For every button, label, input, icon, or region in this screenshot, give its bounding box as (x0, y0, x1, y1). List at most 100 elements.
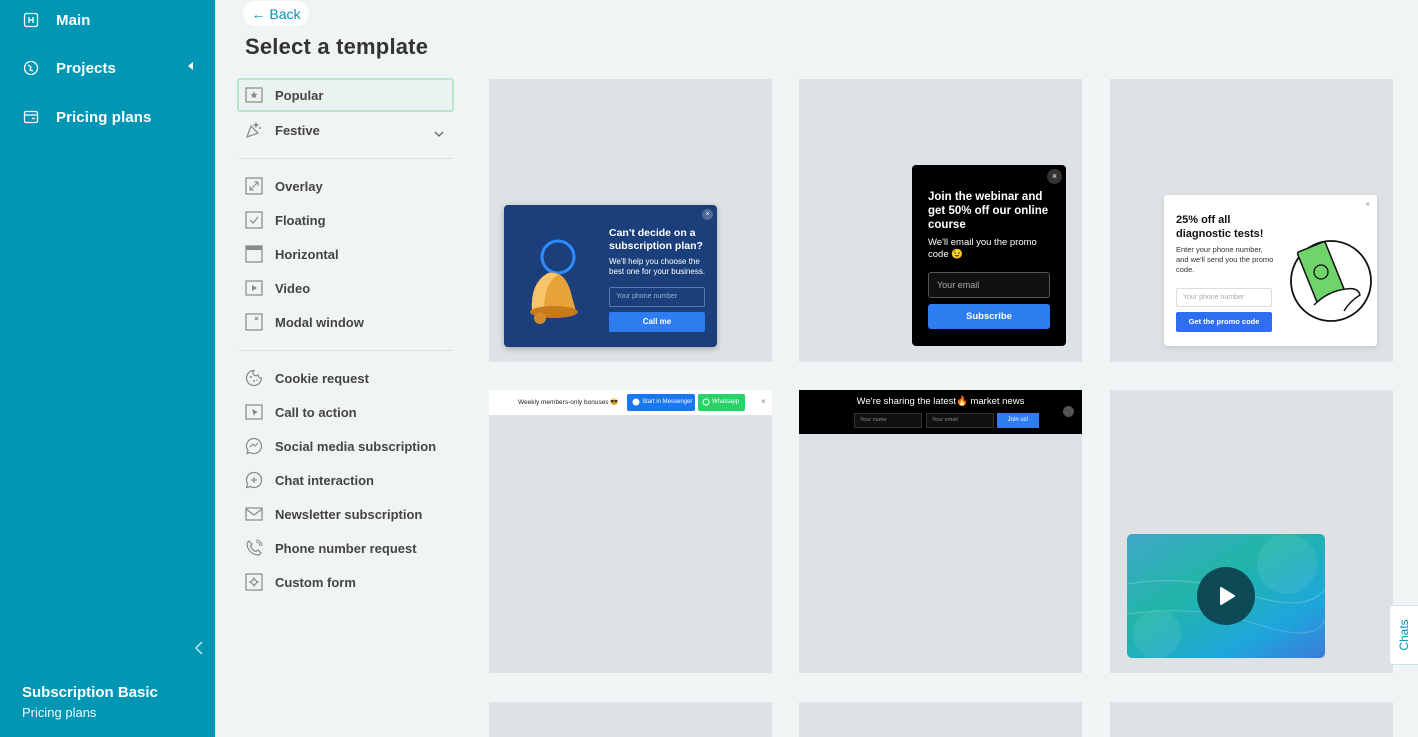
sidebar-item-pricing-plans[interactable]: Pricing plans (22, 104, 152, 130)
chevron-down-icon[interactable] (434, 125, 444, 140)
close-icon: × (1365, 200, 1370, 209)
template-card[interactable] (489, 702, 772, 737)
cursor-icon (245, 403, 263, 421)
home-icon (22, 11, 40, 29)
category-label: Call to action (275, 404, 357, 420)
bell-icon (530, 239, 578, 324)
category-label: Newsletter subscription (275, 506, 423, 522)
template-card[interactable]: Weekly members-only bonuses 😎 Start in M… (489, 390, 772, 673)
party-icon (245, 121, 263, 139)
plan-pricing-link[interactable]: Pricing plans (22, 705, 158, 720)
template-card[interactable]: We're sharing the latest🔥 market news Yo… (799, 390, 1082, 673)
category-chat-interaction[interactable]: Chat interaction (237, 463, 454, 497)
category-overlay[interactable]: Overlay (237, 169, 454, 203)
close-icon: × (761, 397, 766, 406)
template-preview-popup: × Can't decide on a subscription plan? W… (504, 205, 717, 347)
template-title: 25% off all diagnostic tests! (1176, 214, 1264, 240)
template-text: Weekly members-only bonuses 😎 (518, 399, 619, 406)
template-card[interactable]: × Join the webinar and get 50% off our o… (799, 79, 1082, 362)
whatsapp-icon (702, 398, 710, 406)
category-festive[interactable]: Festive (237, 113, 454, 147)
chats-tab[interactable]: Chats (1389, 605, 1418, 665)
caret-left-icon[interactable] (188, 62, 193, 70)
template-text: Enter your phone number, and we'll send … (1176, 245, 1274, 274)
category-phone-number-request[interactable]: Phone number request (237, 531, 454, 565)
wallet-icon (22, 108, 40, 126)
sidebar: Main Projects Pricing plans Subscription… (0, 0, 215, 737)
template-card[interactable] (1110, 702, 1393, 737)
category-custom-form[interactable]: Custom form (237, 565, 454, 599)
plan-name: Subscription Basic (22, 684, 158, 701)
globe-icon (22, 59, 40, 77)
template-title: Can't decide on a subscription plan? (609, 227, 703, 252)
sidebar-item-label: Pricing plans (56, 108, 152, 126)
template-text: We'll help you choose the best one for y… (609, 257, 706, 276)
template-button: Get the promo code (1176, 312, 1272, 332)
template-preview-popup: × Join the webinar and get 50% off our o… (912, 165, 1066, 346)
category-label: Social media subscription (275, 438, 437, 454)
category-label: Popular (275, 87, 324, 103)
expand-icon (245, 177, 263, 195)
category-modal-window[interactable]: Modal window (237, 305, 454, 339)
template-text: We'll email you the promo code 😉 (928, 237, 1037, 260)
money-hand-icon (1290, 240, 1372, 322)
template-preview-video (1127, 534, 1325, 658)
play-icon (1220, 587, 1235, 605)
messenger-icon (632, 398, 640, 406)
category-label: Horizontal (275, 246, 339, 262)
category-label: Festive (275, 122, 320, 138)
close-icon (1063, 406, 1074, 417)
category-label: Phone number request (275, 540, 417, 556)
sidebar-item-projects[interactable]: Projects (22, 55, 116, 81)
category-popular[interactable]: Popular (237, 78, 454, 112)
modal-icon (245, 313, 263, 331)
page-title: Select a template (245, 34, 429, 59)
template-name-input: Your name (854, 413, 922, 428)
template-title: Join the webinar and get 50% off our onl… (928, 191, 1049, 231)
template-phone-input: Your phone number (1176, 288, 1272, 307)
horizontal-bar-icon (245, 245, 263, 263)
template-card[interactable]: × Can't decide on a subscription plan? W… (489, 79, 772, 362)
category-label: Modal window (275, 314, 364, 330)
template-button-label: Start in Messenger (642, 399, 693, 405)
category-horizontal[interactable]: Horizontal (237, 237, 454, 271)
back-button[interactable]: ← Back (243, 1, 309, 26)
current-plan: Subscription Basic Pricing plans (22, 684, 158, 720)
sidebar-item-main[interactable]: Main (22, 7, 91, 33)
chats-label: Chats (1397, 619, 1411, 651)
template-text: We're sharing the latest🔥 market news (856, 396, 1025, 407)
template-email-input: Your email (928, 272, 1050, 298)
template-card[interactable] (1110, 390, 1393, 673)
category-video[interactable]: Video (237, 271, 454, 305)
check-square-icon (245, 211, 263, 229)
envelope-icon (245, 505, 263, 523)
divider (238, 158, 453, 159)
template-card[interactable]: × 25% off all diagnostic tests! Enter yo… (1110, 79, 1393, 362)
category-social-media-subscription[interactable]: Social media subscription (237, 429, 454, 463)
sidebar-item-label: Projects (56, 59, 116, 77)
category-label: Floating (275, 212, 326, 228)
category-label: Video (275, 280, 311, 296)
category-floating[interactable]: Floating (237, 203, 454, 237)
category-call-to-action[interactable]: Call to action (237, 395, 454, 429)
sidebar-item-label: Main (56, 11, 91, 29)
category-newsletter-subscription[interactable]: Newsletter subscription (237, 497, 454, 531)
gear-box-icon (245, 573, 263, 591)
close-icon: × (702, 209, 713, 220)
play-button (1197, 567, 1255, 625)
template-button: Join us! (997, 413, 1039, 428)
template-button: Call me (609, 312, 705, 332)
template-preview-bar: Weekly members-only bonuses 😎 Start in M… (489, 390, 772, 415)
template-messenger-button: Start in Messenger (627, 394, 695, 411)
cookie-icon (245, 369, 263, 387)
template-email-input: Your email (926, 413, 994, 428)
category-cookie-request[interactable]: Cookie request (237, 361, 454, 395)
category-label: Chat interaction (275, 472, 374, 488)
category-label: Custom form (275, 574, 356, 590)
star-icon (245, 86, 263, 104)
template-card[interactable] (799, 702, 1082, 737)
collapse-sidebar-icon[interactable] (194, 641, 206, 655)
close-icon: × (1047, 169, 1062, 184)
chat-plus-icon (245, 471, 263, 489)
category-label: Overlay (275, 178, 323, 194)
